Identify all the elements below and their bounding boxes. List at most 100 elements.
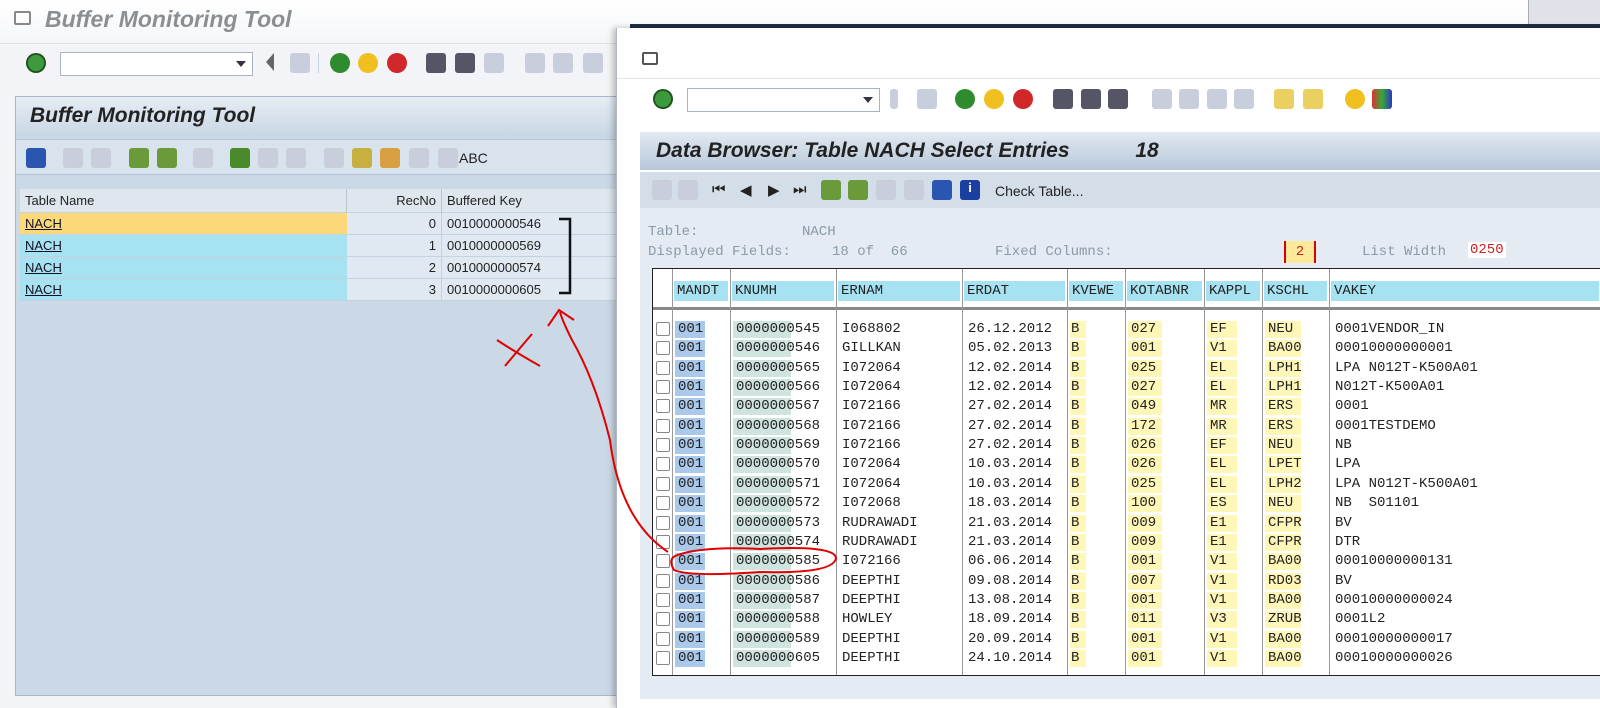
next-icon[interactable]: ▶ [768,181,780,199]
shortcut-icon[interactable] [1303,89,1323,109]
glasses-icon[interactable] [652,180,672,200]
menu-icon[interactable] [14,11,31,25]
sort-descending-icon[interactable] [848,180,868,200]
table-row[interactable]: NACH 0 0010000000546 [20,213,620,235]
last-page-icon[interactable] [1234,89,1254,109]
sort-descending-icon[interactable] [157,148,177,168]
refresh-icon[interactable] [932,180,952,200]
row-select-checkbox[interactable] [656,515,670,530]
row-select-checkbox[interactable] [656,534,670,549]
save-icon[interactable] [290,53,310,73]
column-header-kotabnr[interactable]: KOTABNR [1127,281,1202,301]
column-header-knumh[interactable]: KNUMH [732,281,834,301]
info-icon[interactable]: i [960,180,980,200]
previous-icon[interactable]: ◀ [740,181,752,199]
find-next-icon[interactable] [1108,89,1128,109]
enter-icon[interactable] [26,53,46,73]
command-field[interactable] [687,88,880,112]
calculator-abc-icon[interactable] [438,148,458,168]
exit-icon[interactable] [984,89,1004,109]
first-page-icon[interactable] [1152,89,1172,109]
sum-icon[interactable] [230,148,250,168]
next-page-icon[interactable] [583,53,603,73]
sort-ascending-icon[interactable] [821,180,841,200]
column-header-ernam[interactable]: ERNAM [838,281,960,301]
row-select-checkbox[interactable] [656,380,670,395]
table-name-link[interactable]: NACH [20,213,347,234]
layout-icon[interactable] [324,148,344,168]
help-icon[interactable] [1345,89,1365,109]
previous-page-icon[interactable] [1179,89,1199,109]
row-select-checkbox[interactable] [656,650,670,665]
row-select-checkbox[interactable] [656,554,670,569]
first-page-icon[interactable] [525,53,545,73]
menu-icon[interactable] [642,52,658,65]
calculator-icon[interactable] [409,148,429,168]
refresh-icon[interactable] [26,148,46,168]
column-header-erdat[interactable]: ERDAT [964,281,1065,301]
next-page-icon[interactable] [1207,89,1227,109]
row-select-checkbox[interactable] [656,612,670,627]
filter-icon[interactable] [91,148,111,168]
fixed-columns-input[interactable]: 2 [1284,241,1316,263]
row-select-checkbox[interactable] [656,341,670,356]
row-select-checkbox[interactable] [656,631,670,646]
back-icon[interactable] [955,89,975,109]
expand-icon[interactable] [258,148,278,168]
row-select-checkbox[interactable] [656,418,670,433]
exit-icon[interactable] [358,53,378,73]
table-name-link[interactable]: NACH [20,257,347,278]
find-next-icon[interactable] [484,53,504,73]
back-icon[interactable] [330,53,350,73]
table-name-link[interactable]: NACH [20,279,347,300]
enter-icon[interactable] [653,89,673,109]
row-select-checkbox[interactable] [656,592,670,607]
column-header-buffered-key[interactable]: Buffered Key [442,189,620,213]
back-arrow-icon[interactable] [890,89,898,109]
collapse-icon[interactable] [286,148,306,168]
row-select-checkbox[interactable] [656,476,670,491]
first-icon[interactable]: ⏮ [712,181,726,198]
column-header-kvewe[interactable]: KVEWE [1069,281,1123,301]
find-icon[interactable] [1081,89,1101,109]
abc-label[interactable]: ABC [459,150,488,166]
table-row[interactable]: NACH 3 0010000000605 [20,279,620,301]
column-header-kschl[interactable]: KSCHL [1264,281,1327,301]
check-table-button[interactable]: Check Table... [995,183,1083,199]
command-field[interactable] [60,52,253,76]
customize-layout-icon[interactable] [1372,89,1392,109]
print-icon[interactable] [426,53,446,73]
cancel-icon[interactable] [1013,89,1033,109]
column-header-recno[interactable]: RecNo [347,189,442,213]
cancel-icon[interactable] [387,53,407,73]
back-arrow-icon[interactable] [264,53,274,71]
edit-icon[interactable] [380,148,400,168]
export-icon[interactable] [352,148,372,168]
details-icon[interactable] [63,148,83,168]
list-icon[interactable] [904,180,924,200]
row-select-checkbox[interactable] [656,573,670,588]
previous-page-icon[interactable] [553,53,573,73]
list-width-input[interactable]: 0250 [1468,242,1506,258]
save-icon[interactable] [917,89,937,109]
row-select-checkbox[interactable] [656,399,670,414]
table-row[interactable]: NACH 2 0010000000574 [20,257,620,279]
table-row[interactable]: NACH 1 0010000000569 [20,235,620,257]
copy-icon[interactable] [193,148,213,168]
last-icon[interactable]: ⏭ [793,181,807,198]
column-header-vakey[interactable]: VAKEY [1331,281,1599,301]
column-header-mandt[interactable]: MANDT [674,281,728,301]
find-icon[interactable] [455,53,475,73]
column-header-table-name[interactable]: Table Name [20,189,347,213]
choose-fields-icon[interactable] [876,180,896,200]
details-icon[interactable] [678,180,698,200]
row-select-checkbox[interactable] [656,457,670,472]
print-icon[interactable] [1053,89,1073,109]
row-select-checkbox[interactable] [656,360,670,375]
row-select-checkbox[interactable] [656,322,670,336]
row-select-checkbox[interactable] [656,496,670,511]
row-select-checkbox[interactable] [656,438,670,453]
table-name-link[interactable]: NACH [20,235,347,256]
create-session-icon[interactable] [1274,89,1294,109]
sort-ascending-icon[interactable] [129,148,149,168]
